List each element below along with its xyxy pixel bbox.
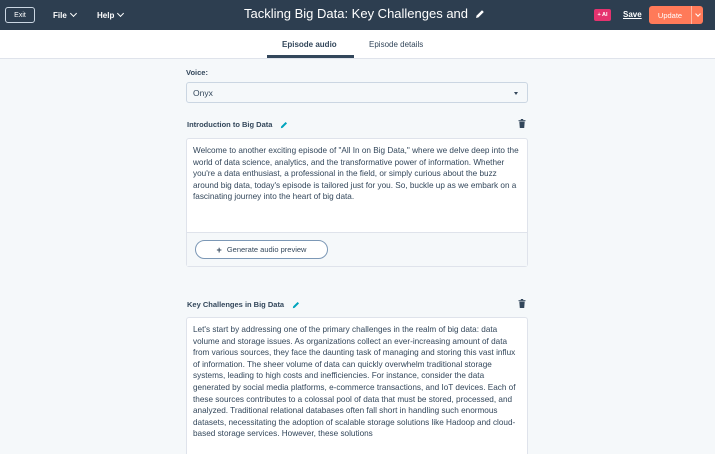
chevron-down-icon — [117, 9, 125, 18]
pencil-icon[interactable] — [475, 9, 485, 19]
episode-title[interactable]: Tackling Big Data: Key Challenges and — [244, 6, 485, 21]
script-card: Let's start by addressing one of the pri… — [186, 317, 528, 454]
voice-label: Voice: — [186, 68, 208, 77]
voice-selected-value: Onyx — [193, 88, 213, 98]
plus-icon: + — [216, 244, 222, 255]
section-title: Key Challenges in Big Data — [187, 300, 300, 309]
script-text[interactable]: Welcome to another exciting episode of "… — [193, 145, 523, 203]
update-button[interactable]: Update — [649, 6, 703, 24]
save-button[interactable]: Save — [623, 10, 642, 19]
tab-episode-details[interactable]: Episode details — [369, 40, 423, 49]
tab-bar: Episode audio Episode details — [0, 30, 715, 59]
pencil-icon[interactable] — [280, 121, 288, 129]
caret-down-icon — [514, 92, 518, 95]
chevron-down-icon — [694, 11, 701, 17]
episode-audio-panel: Voice: Onyx Introduction to Big Data Wel… — [186, 59, 528, 454]
trash-icon[interactable] — [518, 299, 526, 308]
file-menu-label: File — [53, 10, 67, 20]
help-menu-label: Help — [97, 10, 115, 20]
card-footer: + Generate audio preview — [187, 232, 527, 266]
generate-audio-preview-label: Generate audio preview — [226, 245, 307, 254]
trash-icon[interactable] — [518, 119, 526, 128]
exit-button[interactable]: Exit — [5, 7, 35, 23]
chevron-down-icon — [69, 9, 77, 18]
section-title-text: Key Challenges in Big Data — [187, 300, 285, 309]
update-options-toggle[interactable] — [691, 6, 703, 24]
file-menu[interactable]: File — [53, 8, 77, 22]
active-tab-indicator — [267, 55, 354, 58]
help-menu[interactable]: Help — [97, 8, 125, 22]
top-bar: Exit File Help Tackling Big Data: Key Ch… — [0, 0, 715, 30]
ai-badge[interactable]: + AI — [594, 9, 611, 21]
pencil-icon[interactable] — [292, 301, 300, 309]
episode-title-text: Tackling Big Data: Key Challenges and — [244, 6, 469, 21]
section-title-text: Introduction to Big Data — [187, 120, 273, 129]
tab-episode-audio[interactable]: Episode audio — [282, 40, 337, 49]
generate-audio-preview-button[interactable]: + Generate audio preview — [195, 240, 328, 259]
section-title: Introduction to Big Data — [187, 120, 288, 129]
voice-select[interactable]: Onyx — [186, 82, 528, 103]
update-button-label: Update — [657, 10, 683, 20]
script-card: Welcome to another exciting episode of "… — [186, 138, 528, 267]
script-text[interactable]: Let's start by addressing one of the pri… — [193, 324, 523, 440]
